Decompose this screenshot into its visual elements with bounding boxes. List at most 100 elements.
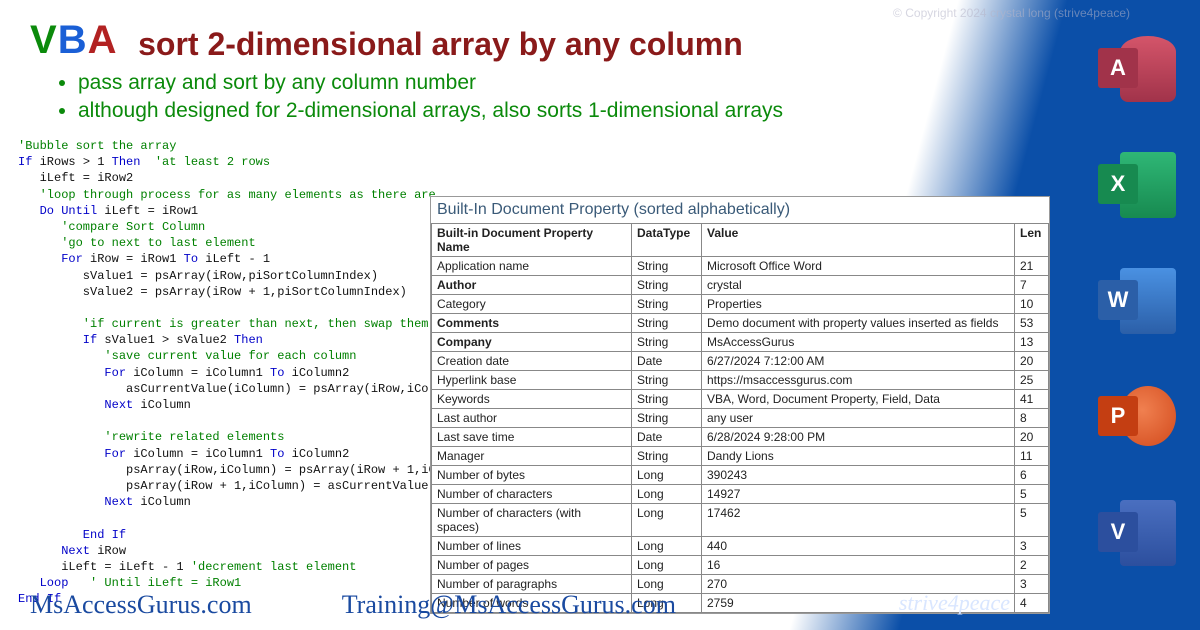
code-line: psArray(iRow + 1,iColumn) = asCurrentVal… — [18, 478, 466, 494]
code-line: 'Bubble sort the array — [18, 138, 466, 154]
code-line: If iRows > 1 Then 'at least 2 rows — [18, 154, 466, 170]
cell-type: String — [632, 295, 702, 314]
excel-icon: X — [1098, 146, 1176, 224]
code-line — [18, 510, 466, 526]
code-line: For iColumn = iColumn1 To iColumn2 — [18, 446, 466, 462]
cell-len: 3 — [1015, 537, 1049, 556]
table-row: Last authorStringany user8 — [432, 409, 1049, 428]
cell-len: 5 — [1015, 504, 1049, 537]
cell-type: String — [632, 409, 702, 428]
bullet-item: although designed for 2-dimensional arra… — [78, 97, 930, 125]
table-row: CommentsStringDemo document with propert… — [432, 314, 1049, 333]
column-header-type: DataType — [632, 224, 702, 257]
cell-type: String — [632, 447, 702, 466]
cell-name: Manager — [432, 447, 632, 466]
cell-type: Long — [632, 466, 702, 485]
cell-value: 17462 — [702, 504, 1015, 537]
column-header-value: Value — [702, 224, 1015, 257]
cell-name: Number of pages — [432, 556, 632, 575]
cell-type: Long — [632, 504, 702, 537]
cell-len: 53 — [1015, 314, 1049, 333]
table-row: Last save timeDate6/28/2024 9:28:00 PM20 — [432, 428, 1049, 447]
cell-name: Number of lines — [432, 537, 632, 556]
code-line: End If — [18, 527, 466, 543]
cell-value: Microsoft Office Word — [702, 257, 1015, 276]
cell-name: Category — [432, 295, 632, 314]
document-property-panel: Built-In Document Property (sorted alpha… — [430, 196, 1050, 614]
cell-name: Comments — [432, 314, 632, 333]
app-icon-letter: P — [1098, 396, 1138, 436]
vba-letter-b: B — [58, 18, 88, 62]
table-row: CompanyStringMsAccessGurus13 — [432, 333, 1049, 352]
cell-type: String — [632, 257, 702, 276]
cell-len: 10 — [1015, 295, 1049, 314]
cell-len: 11 — [1015, 447, 1049, 466]
cell-name: Last author — [432, 409, 632, 428]
cell-len: 3 — [1015, 575, 1049, 594]
cell-value: 6/27/2024 7:12:00 AM — [702, 352, 1015, 371]
cell-type: Date — [632, 352, 702, 371]
app-icon-letter: A — [1098, 48, 1138, 88]
code-line: psArray(iRow,iColumn) = psArray(iRow + 1… — [18, 462, 466, 478]
cell-value: https://msaccessgurus.com — [702, 371, 1015, 390]
cell-type: String — [632, 276, 702, 295]
word-icon: W — [1098, 262, 1176, 340]
cell-type: String — [632, 333, 702, 352]
cell-value: Dandy Lions — [702, 447, 1015, 466]
cell-value: 390243 — [702, 466, 1015, 485]
cell-value: crystal — [702, 276, 1015, 295]
column-header-len: Len — [1015, 224, 1049, 257]
cell-len: 13 — [1015, 333, 1049, 352]
cell-value: any user — [702, 409, 1015, 428]
cell-name: Creation date — [432, 352, 632, 371]
code-block: 'Bubble sort the arrayIf iRows > 1 Then … — [12, 130, 472, 615]
code-line: 'loop through process for as many elemen… — [18, 187, 466, 203]
cell-len: 41 — [1015, 390, 1049, 409]
cell-len: 20 — [1015, 428, 1049, 447]
table-row: AuthorStringcrystal7 — [432, 276, 1049, 295]
code-line — [18, 300, 466, 316]
document-property-table: Built-in Document Property Name DataType… — [431, 223, 1049, 613]
code-line: 'rewrite related elements — [18, 429, 466, 445]
table-row: Number of pagesLong162 — [432, 556, 1049, 575]
code-line: Loop ' Until iLeft = iRow1 — [18, 575, 466, 591]
table-row: Number of charactersLong149275 — [432, 485, 1049, 504]
cell-value: 16 — [702, 556, 1015, 575]
page-title: sort 2-dimensional array by any column — [138, 26, 743, 63]
cell-type: Long — [632, 537, 702, 556]
header: VBA sort 2-dimensional array by any colu… — [30, 18, 930, 126]
code-line: sValue1 = psArray(iRow,piSortColumnIndex… — [18, 268, 466, 284]
code-line: Next iRow — [18, 543, 466, 559]
cell-type: String — [632, 371, 702, 390]
vba-logo: VBA — [30, 18, 128, 62]
vba-letter-a: A — [88, 18, 116, 62]
code-line: If sValue1 > sValue2 Then — [18, 332, 466, 348]
code-line: For iRow = iRow1 To iLeft - 1 — [18, 251, 466, 267]
table-row: CategoryStringProperties10 — [432, 295, 1049, 314]
code-line: iLeft = iRow2 — [18, 170, 466, 186]
table-row: Number of characters (with spaces)Long17… — [432, 504, 1049, 537]
cell-name: Hyperlink base — [432, 371, 632, 390]
bullet-list: pass array and sort by any column number… — [30, 69, 930, 126]
cell-type: Long — [632, 556, 702, 575]
cell-len: 4 — [1015, 594, 1049, 613]
cell-name: Number of characters — [432, 485, 632, 504]
app-icon-letter: X — [1098, 164, 1138, 204]
code-line: Next iColumn — [18, 494, 466, 510]
table-row: Application nameStringMicrosoft Office W… — [432, 257, 1049, 276]
code-line: iLeft = iLeft - 1 'decrement last elemen… — [18, 559, 466, 575]
access-icon: A — [1098, 30, 1176, 108]
code-line: 'if current is greater than next, then s… — [18, 316, 466, 332]
cell-len: 8 — [1015, 409, 1049, 428]
cell-type: String — [632, 390, 702, 409]
cell-len: 25 — [1015, 371, 1049, 390]
table-row: KeywordsStringVBA, Word, Document Proper… — [432, 390, 1049, 409]
cell-value: 440 — [702, 537, 1015, 556]
ppt-icon: P — [1098, 378, 1176, 456]
cell-name: Last save time — [432, 428, 632, 447]
code-line — [18, 413, 466, 429]
app-icons-column: AXWPV — [1098, 30, 1176, 572]
table-row: Hyperlink baseStringhttps://msaccessguru… — [432, 371, 1049, 390]
cell-name: Number of characters (with spaces) — [432, 504, 632, 537]
code-line: sValue2 = psArray(iRow + 1,piSortColumnI… — [18, 284, 466, 300]
